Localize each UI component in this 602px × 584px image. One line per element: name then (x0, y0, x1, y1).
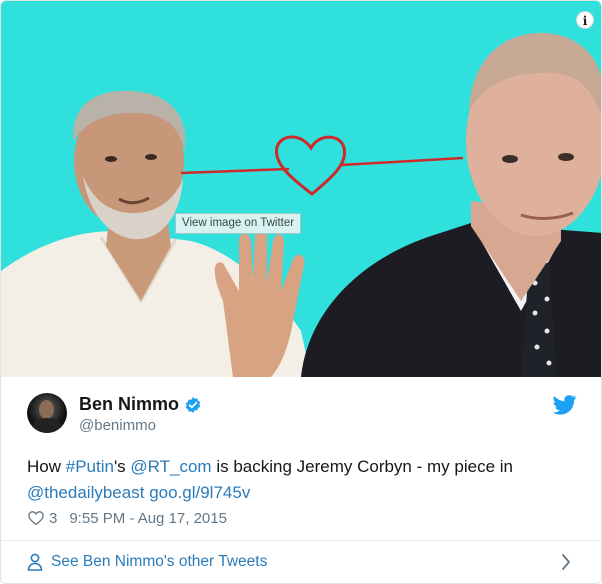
avatar[interactable] (27, 393, 67, 433)
author-handle[interactable]: @benimmo (79, 417, 156, 434)
tweet-meta: 3 9:55 PM - Aug 17, 2015 (27, 507, 227, 529)
info-icon[interactable]: i (576, 11, 594, 29)
view-image-tooltip: View image on Twitter (175, 213, 302, 234)
twitter-bird-icon[interactable] (553, 395, 577, 415)
tweet-text: How #Putin's @RT_com is backing Jeremy C… (27, 457, 513, 502)
mention-rt-com[interactable]: @RT_com (130, 457, 211, 476)
chevron-right-icon[interactable] (561, 553, 571, 571)
tweet-image[interactable]: i View image on Twitter (1, 1, 601, 377)
author-name[interactable]: Ben Nimmo (79, 394, 179, 415)
mention-thedailybeast[interactable]: @thedailybeast (27, 483, 144, 502)
see-other-tweets-label: See Ben Nimmo's other Tweets (51, 553, 268, 570)
tweet-image-illustration (1, 33, 601, 377)
author-name-row: Ben Nimmo (79, 394, 202, 415)
tweet-timestamp[interactable]: 9:55 PM - Aug 17, 2015 (69, 510, 227, 527)
divider (1, 540, 601, 541)
tweet-header: Ben Nimmo @benimmo (27, 393, 579, 439)
heart-icon[interactable] (27, 509, 45, 527)
person-icon (27, 553, 43, 571)
like-count: 3 (49, 509, 58, 527)
verified-badge-icon (185, 396, 201, 413)
embedded-tweet-card: i View image on Twitter Ben Nimmo @benim… (0, 0, 602, 584)
see-other-tweets-link[interactable]: See Ben Nimmo's other Tweets (27, 551, 267, 573)
hashtag-putin[interactable]: #Putin (66, 457, 114, 476)
short-link[interactable]: goo.gl/9l745v (149, 483, 250, 502)
